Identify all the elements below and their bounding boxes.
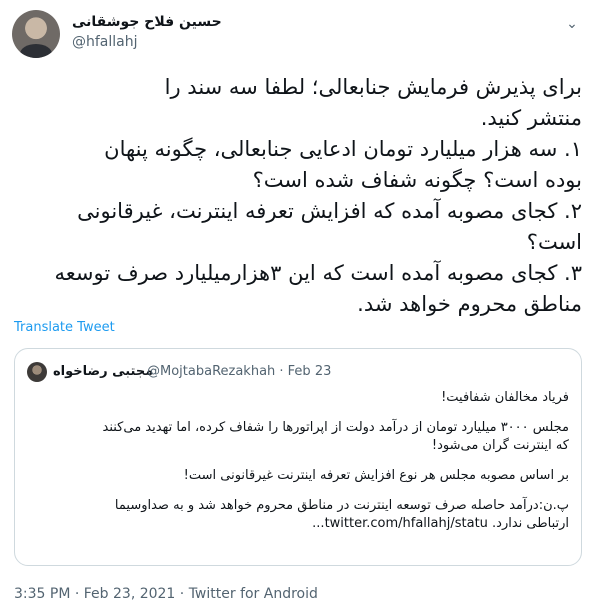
quoted-line: پ.ن:درآمد حاصله صرف توسعه اینترنت در منا… [114,498,569,513]
tweet-line: است؟ [526,230,582,254]
tweet-text: برای پذیرش فرمایش جنابعالی؛ لطفا سه سند … [14,72,582,320]
quoted-line: که اینترنت گران می‌شود! [431,438,569,453]
quoted-tweet-header: مجتبی رضاخواه @MojtabaRezakhah · Feb 23 [27,362,569,382]
quoted-line: بر اساس مصوبه مجلس هر نوع افزایش تعرفه ا… [183,468,569,483]
quoted-author-avatar [27,362,47,382]
quoted-tweet-text: فریاد مخالفان شفافیت! مجلس ۳۰۰۰ میلیارد … [27,389,569,533]
author-handle[interactable]: @hfallahj [72,34,222,50]
tweet-line: ۲. کجای مصوبه آمده که افزایش تعرفه اینتر… [77,199,582,223]
chevron-down-icon[interactable]: ⌄ [560,12,584,36]
quoted-author-name: مجتبی رضاخواه [53,364,154,379]
tweet-footer-meta: 3:35 PM · Feb 23, 2021 · Twitter for And… [14,586,318,602]
tweet-header: حسین فلاح جوشقانی @hfallahj ⌄ [12,8,588,60]
quoted-line: مجلس ۳۰۰۰ میلیارد تومان از درآمد دولت از… [102,420,569,435]
tweet-line: مناطق محروم خواهد شد. [357,292,582,316]
tweet-line: ۱. سه هزار میلیارد تومان ادعایی جنابعالی… [104,137,582,161]
translate-tweet-link[interactable]: Translate Tweet [14,320,115,335]
quoted-line: ارتباطی ندارد. twitter.com/hfallahj/stat… [312,516,569,531]
author-info[interactable]: حسین فلاح جوشقانی @hfallahj [72,14,222,50]
tweet-line: ۳. کجای مصوبه آمده است که این ۳هزارمیلیا… [54,261,582,285]
quoted-line: فریاد مخالفان شفافیت! [441,390,569,405]
quoted-author-meta: @MojtabaRezakhah · Feb 23 [147,364,332,379]
author-avatar[interactable] [12,10,60,58]
author-name[interactable]: حسین فلاح جوشقانی [72,14,222,30]
tweet-line: برای پذیرش فرمایش جنابعالی؛ لطفا سه سند … [164,75,582,99]
tweet-line: بوده است؟ چگونه شفاف شده است؟ [252,168,582,192]
quoted-tweet-card[interactable]: مجتبی رضاخواه @MojtabaRezakhah · Feb 23 … [14,348,582,566]
tweet-line: منتشر کنید. [480,106,582,130]
